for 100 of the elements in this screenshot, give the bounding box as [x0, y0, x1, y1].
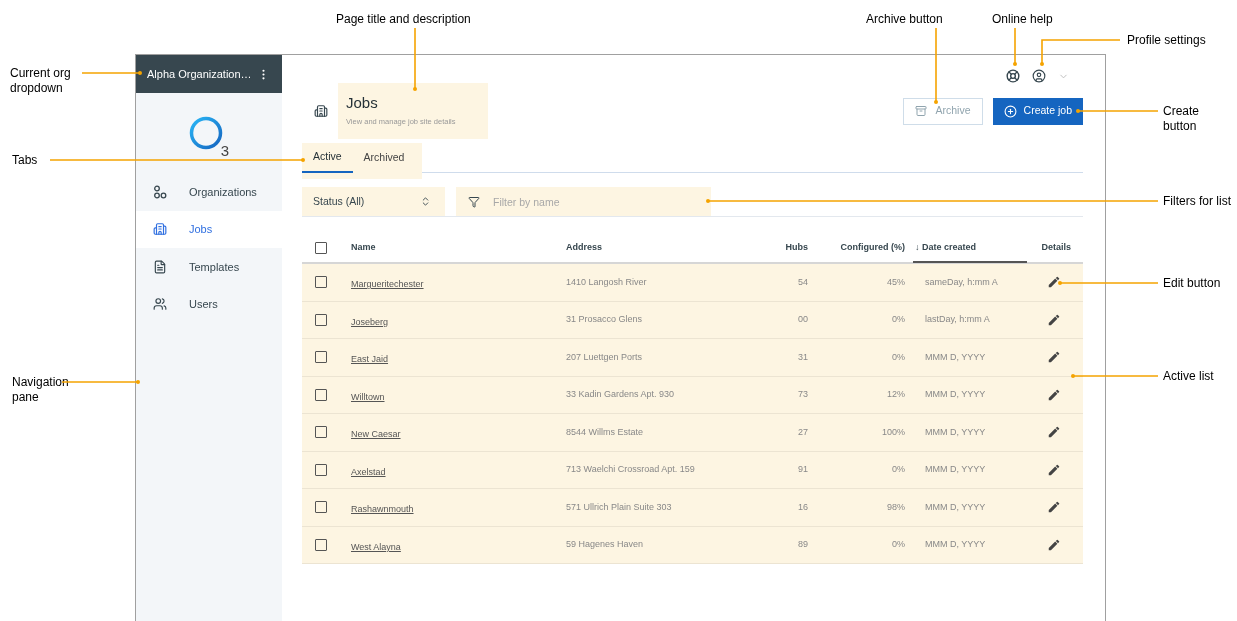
- table-cell-text: 100%: [880, 425, 906, 439]
- logo-text: 3: [220, 143, 230, 158]
- edit-button[interactable]: [1047, 462, 1061, 477]
- table-cell-text: 0%: [891, 313, 906, 326]
- checkbox[interactable]: [315, 242, 327, 254]
- table-cell-text: 16: [797, 500, 809, 514]
- column-header[interactable]: Details: [1027, 234, 1079, 262]
- filter-field[interactable]: Filter by name: [456, 187, 711, 216]
- edit-button[interactable]: [1047, 425, 1061, 440]
- create-job-button[interactable]: Create job: [992, 97, 1083, 125]
- callout-label: Profile settings: [1127, 33, 1206, 48]
- edit-button[interactable]: [1047, 537, 1061, 552]
- up-down-icon: [420, 196, 431, 207]
- building-icon: [314, 104, 328, 118]
- leader-line: [413, 27, 417, 91]
- callout-label: Filters for list: [1163, 194, 1232, 209]
- nav-item[interactable]: Organizations: [136, 173, 282, 211]
- table-cell-text: 0%: [891, 463, 906, 476]
- nav-label: Templates: [189, 259, 240, 275]
- table-cell-text: 33 Kadin Gardens Apt. 930: [566, 388, 676, 401]
- table-cell-text: 31 Prosacco Glens: [566, 313, 644, 326]
- edit-button[interactable]: [1047, 387, 1061, 402]
- nav-item[interactable]: Templates: [136, 248, 282, 286]
- table-cell-text: 59 Hagenes Haven: [566, 538, 645, 551]
- table-cell-text: 91: [797, 463, 809, 476]
- nav-item[interactable]: Jobs: [136, 210, 282, 248]
- nav-label: Users: [189, 297, 218, 312]
- callout-label: Navigation pane: [12, 375, 70, 405]
- nav-label: Jobs: [189, 222, 213, 237]
- table-cell-text: MMM D, YYYY: [924, 425, 987, 439]
- table-cell-text: MMM D, YYYY: [924, 538, 987, 551]
- job-link[interactable]: Willtown: [351, 391, 385, 402]
- table-cell-text: 12%: [886, 388, 906, 401]
- table-cell-text: 98%: [886, 500, 906, 514]
- table-cell-text: MMM D, YYYY: [924, 500, 987, 514]
- filter-icon: [468, 196, 480, 208]
- column-header[interactable]: Configured (%): [816, 234, 913, 262]
- checkbox[interactable]: [315, 463, 327, 476]
- table-cell-text: 0%: [891, 350, 906, 364]
- checkbox[interactable]: [315, 501, 327, 514]
- job-link[interactable]: New Caesar: [351, 429, 401, 440]
- checkbox[interactable]: [315, 426, 327, 439]
- users-icon: [153, 297, 167, 312]
- table-cell-text: 00: [797, 313, 809, 326]
- edit-button[interactable]: [1047, 350, 1061, 365]
- callout-label: Current org dropdown: [10, 66, 72, 96]
- job-link[interactable]: East Jaid: [351, 354, 389, 365]
- checkbox[interactable]: [315, 276, 327, 289]
- job-link[interactable]: Margueritechester: [351, 279, 424, 290]
- column-header[interactable]: Address: [566, 234, 760, 262]
- column-header[interactable]: Hubs: [760, 234, 816, 262]
- checkbox[interactable]: [315, 351, 327, 364]
- callout-label: Tabs: [12, 153, 38, 168]
- table-cell-text: 27: [797, 425, 809, 439]
- edit-button[interactable]: [1047, 275, 1061, 290]
- table-cell-text: MMM D, YYYY: [924, 350, 987, 364]
- table-cell-text: 31: [797, 350, 809, 364]
- document-icon: [153, 259, 167, 274]
- tab[interactable]: Archived: [352, 143, 416, 173]
- help-icon[interactable]: [1006, 69, 1020, 83]
- callout-label: Create button: [1163, 104, 1201, 134]
- nav-label: Organizations: [189, 184, 257, 200]
- job-link[interactable]: Rashawnmouth: [351, 504, 414, 515]
- job-link[interactable]: Axelstad: [351, 466, 386, 477]
- leader-line: [1013, 27, 1017, 66]
- table-cell-text: 73: [797, 388, 809, 401]
- profile-icon[interactable]: [1032, 69, 1046, 83]
- table-cell-text: lastDay, h:mm A: [924, 313, 991, 326]
- table-cell-text: 89: [797, 538, 809, 551]
- table-cell-text: 571 Ullrich Plain Suite 303: [566, 500, 673, 514]
- page-title: Jobs: [346, 94, 379, 113]
- edit-button[interactable]: [1047, 312, 1061, 327]
- leader-line: [81, 71, 142, 75]
- org-name: Alpha Organization…: [147, 66, 252, 82]
- table-cell-text: 45%: [886, 275, 906, 289]
- nodes-icon: [153, 184, 167, 199]
- table-cell-text: 1410 Langosh River: [566, 275, 648, 289]
- org-dropdown[interactable]: Alpha Organization…: [136, 55, 282, 93]
- checkbox[interactable]: [315, 388, 327, 401]
- job-link[interactable]: West Alayna: [351, 541, 401, 552]
- archive-icon: [914, 105, 927, 117]
- table-cell-text: 8544 Willms Estate: [566, 425, 645, 439]
- callout-label: Edit button: [1163, 276, 1221, 291]
- plus-icon: [1003, 104, 1017, 118]
- table-cell-text: MMM D, YYYY: [924, 463, 987, 476]
- callout-label: Active list: [1163, 369, 1214, 384]
- status-select[interactable]: Status (All): [302, 187, 445, 216]
- edit-button[interactable]: [1047, 500, 1061, 515]
- table-cell-text: 713 Waelchi Crossroad Apt. 159: [566, 463, 696, 476]
- job-link[interactable]: Joseberg: [351, 316, 389, 327]
- logo-ring-icon: [188, 116, 223, 150]
- table-cell-text: MMM D, YYYY: [924, 388, 987, 401]
- checkbox[interactable]: [315, 538, 327, 551]
- table-cell-text: 0%: [891, 538, 906, 551]
- checkbox[interactable]: [315, 313, 327, 326]
- callout-label: Online help: [992, 12, 1053, 27]
- table-cell-text: 54: [797, 275, 809, 289]
- column-header[interactable]: Name: [351, 234, 566, 262]
- callout-label: Page title and description: [336, 12, 471, 27]
- nav-item[interactable]: Users: [136, 285, 282, 323]
